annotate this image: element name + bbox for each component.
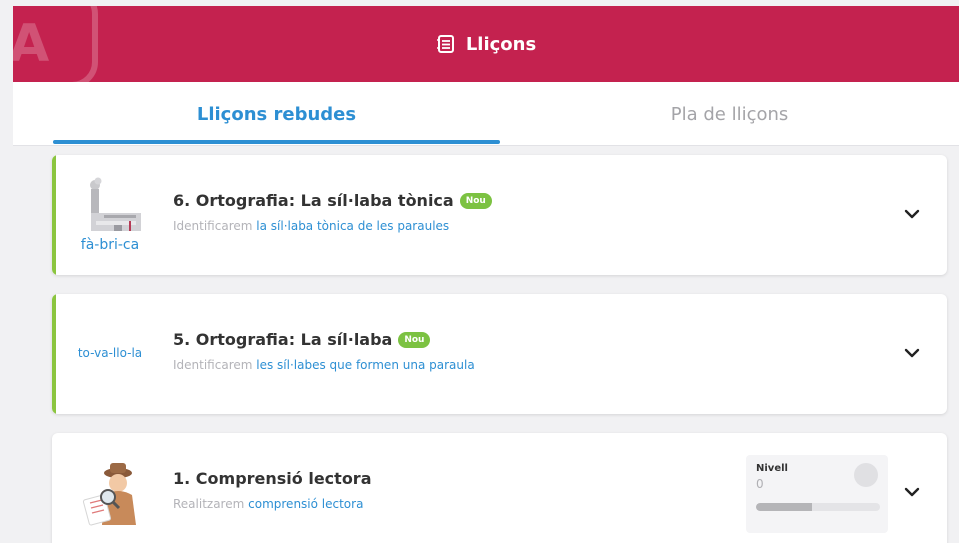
new-badge: Nou [398,331,431,348]
lesson-word: to-va-llo-la [77,346,143,360]
lesson-title: 1. Comprensió lectora [173,469,372,488]
lesson-word: fà-bri-ca [80,237,140,253]
level-progress-fill [756,503,812,511]
lesson-subtitle: Identificarem la síl·laba tònica de les … [173,219,450,233]
tab-bar: Lliçons rebudes Pla de lliçons [13,82,959,146]
lesson-topic-link[interactable]: la síl·laba tònica de les paraules [256,219,449,233]
tab-lesson-plan[interactable]: Pla de lliçons [500,82,959,146]
chevron-down-icon[interactable] [903,205,921,223]
new-badge: Nou [459,192,492,209]
lesson-thumbnail: to-va-llo-la [74,316,146,392]
lesson-thumbnail [74,455,146,531]
app-header: A Lliçons [13,6,959,82]
lesson-topic-link[interactable]: les síl·labes que formen una paraula [256,358,474,372]
tab-received-lessons[interactable]: Lliçons rebudes [53,82,500,146]
tabs-divider [13,145,959,146]
active-tab-indicator [53,140,500,144]
detective-icon [82,463,136,526]
level-value: 0 [756,477,764,491]
chevron-down-icon[interactable] [903,483,921,501]
lesson-title: 5. Ortografia: La síl·laba Nou [173,330,431,349]
page-title-text: Lliçons [465,33,537,55]
lesson-card[interactable]: fà-bri-ca 6. Ortografia: La síl·laba tòn… [52,155,947,275]
level-indicator [854,463,878,487]
lesson-title: 6. Ortografia: La síl·laba tònica Nou [173,191,492,210]
level-panel: Nivell 0 [746,455,888,533]
lesson-card[interactable]: to-va-llo-la 5. Ortografia: La síl·laba … [52,294,947,414]
chevron-down-icon[interactable] [903,344,921,362]
level-label: Nivell [756,463,788,474]
page-title: Lliçons [13,6,959,82]
lesson-thumbnail: fà-bri-ca [74,177,146,253]
lesson-subtitle: Realitzarem comprensió lectora [173,497,364,511]
lesson-topic-link[interactable]: comprensió lectora [248,497,363,511]
lesson-subtitle: Identificarem les síl·labes que formen u… [173,358,475,372]
factory-icon [90,177,141,231]
lesson-card[interactable]: 1. Comprensió lectora Realitzarem compre… [52,433,947,543]
level-progress-bar [756,503,880,511]
notebook-icon [436,35,454,53]
